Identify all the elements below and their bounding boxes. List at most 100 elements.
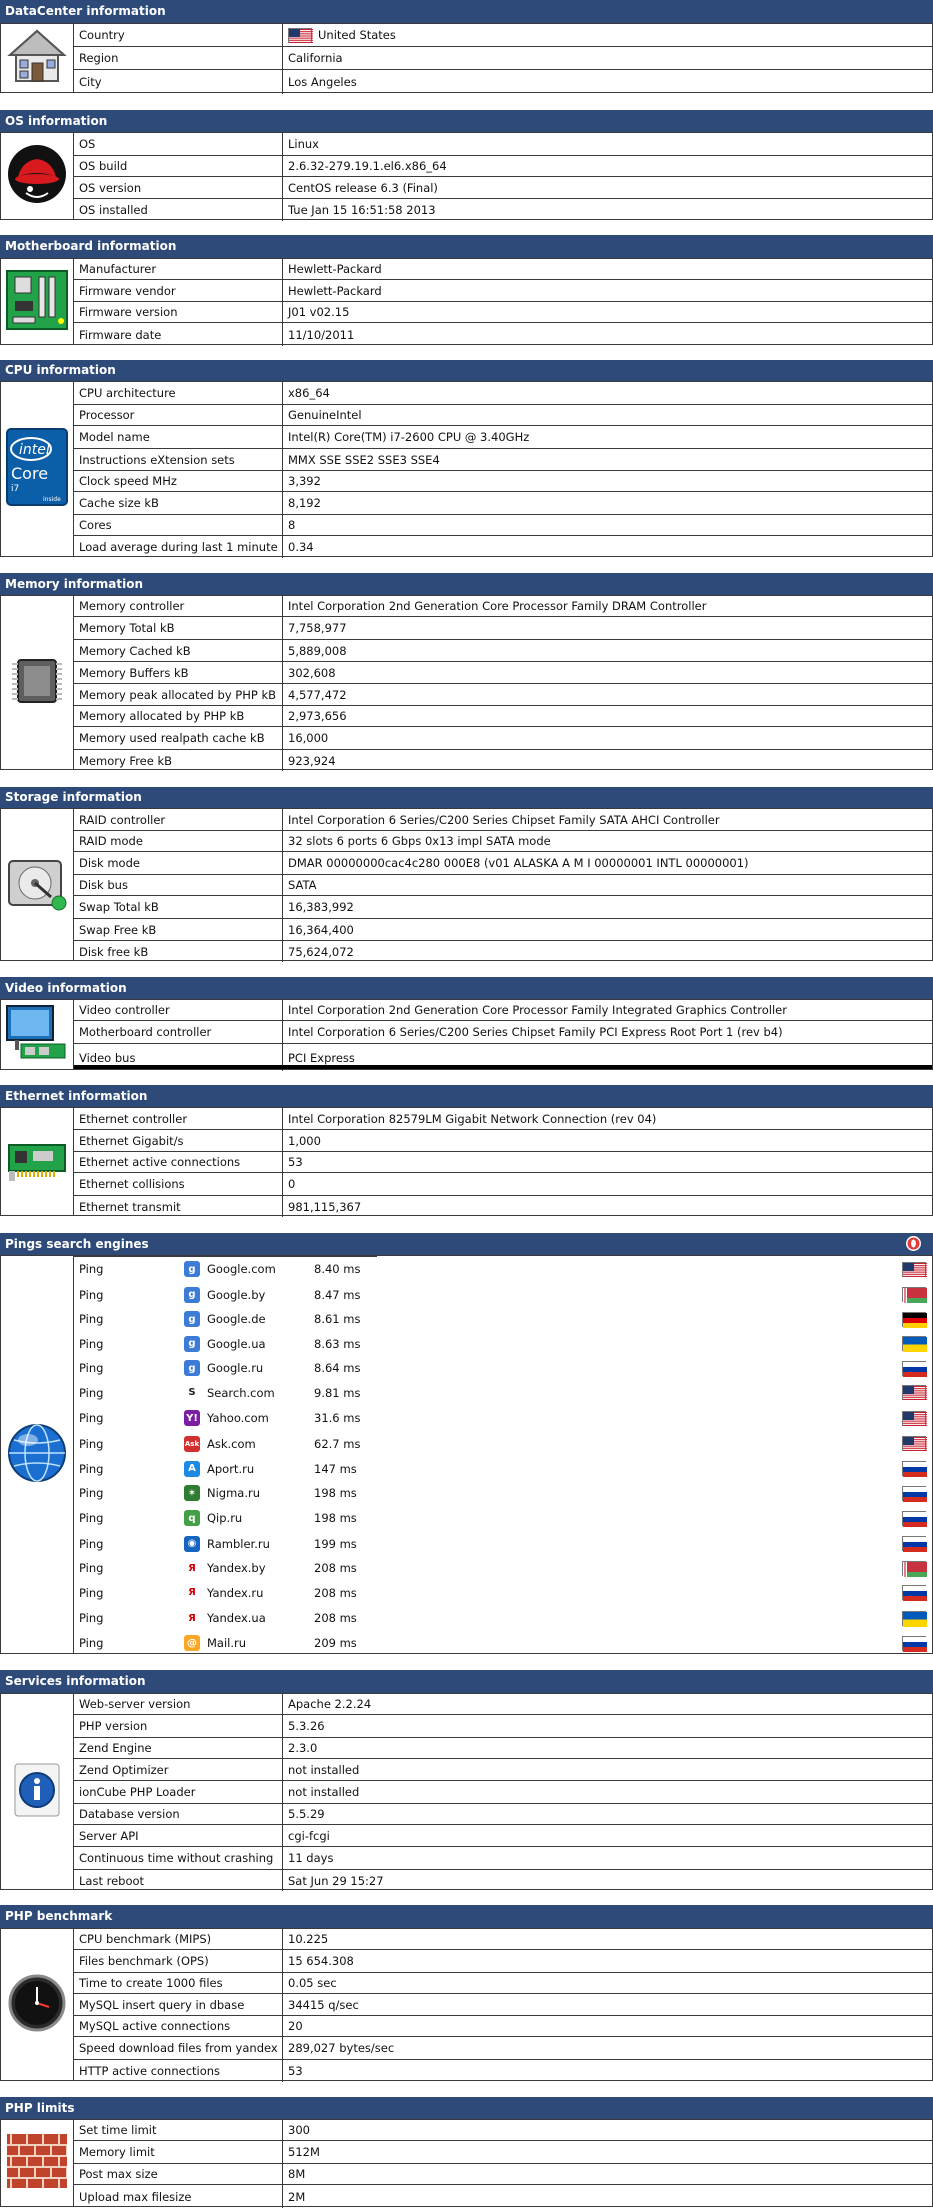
row-value: 2.6.32-279.19.1.el6.x86_64 (283, 156, 932, 176)
table-row: Memory peak allocated by PHP kB 4,577,472 (74, 684, 932, 706)
row-label-text: Time to create 1000 files (79, 1976, 223, 1990)
datacenter-table: Country United States Region California City… (0, 23, 933, 94)
row-value-text: 15 654.308 (288, 1954, 354, 1968)
engine-name[interactable]: Nigma.ru (207, 1486, 260, 1500)
row-label: Country (74, 24, 283, 46)
svg-text:Core: Core (11, 464, 48, 483)
ping-engine: g Google.de (184, 1307, 266, 1331)
row-value: GenuineIntel (283, 405, 932, 425)
row-label: MySQL active connections (74, 2016, 283, 2036)
ping-row: Ping g Google.de 8.61 ms (74, 1307, 932, 1331)
engine-name[interactable]: Rambler.ru (207, 1537, 270, 1551)
table-row: Swap Total kB 16,383,992 (74, 896, 932, 919)
opera-icon[interactable] (906, 1236, 921, 1251)
video-section: Video information Video controller Intel … (0, 977, 933, 1071)
table-row: Firmware version J01 v02.15 (74, 302, 932, 323)
engine-name[interactable]: Yandex.ru (207, 1586, 263, 1600)
engine-name[interactable]: Google.by (207, 1288, 265, 1302)
yandex-icon: Я (184, 1610, 200, 1626)
ping-row: Ping g Google.ua 8.63 ms (74, 1331, 932, 1356)
row-value-text: United States (318, 28, 396, 42)
rambler-icon: ◉ (184, 1535, 200, 1552)
row-label: RAID mode (74, 831, 283, 851)
engine-name[interactable]: Yahoo.com (207, 1411, 269, 1425)
table-row: Memory allocated by PHP kB 2,973,656 (74, 706, 932, 727)
ping-time: 198 ms (314, 1511, 357, 1525)
row-label-text: Disk bus (79, 878, 128, 892)
svg-text:i7: i7 (11, 484, 19, 494)
ping-label: Ping (79, 1312, 104, 1326)
engine-name[interactable]: Ask.com (207, 1437, 256, 1451)
house-icon-cell (1, 24, 74, 92)
engine-name[interactable]: Google.com (207, 1262, 276, 1276)
row-label: Swap Free kB (74, 919, 283, 940)
table-row: Cache size kB 8,192 (74, 492, 932, 515)
os-header: OS information (0, 110, 933, 132)
table-row: CPU benchmark (MIPS) 10.225 (74, 1929, 932, 1950)
ping-engine: Я Yandex.ru (184, 1580, 263, 1605)
row-value: MMX SSE SSE2 SSE3 SSE4 (283, 449, 932, 470)
row-label-text: Cache size kB (79, 496, 159, 510)
section-title: Motherboard information (5, 239, 177, 253)
google-icon: g (184, 1360, 200, 1376)
engine-name[interactable]: Google.de (207, 1312, 266, 1326)
flag-de-icon (902, 1307, 927, 1331)
ping-row: Ping A Aport.ru 147 ms (74, 1456, 932, 1481)
ethernet-table: Ethernet controller Intel Corporation 825… (0, 1107, 933, 1217)
row-label-text: Firmware version (79, 305, 178, 319)
table-row: Memory Buffers kB 302,608 (74, 662, 932, 684)
engine-name[interactable]: Aport.ru (207, 1462, 254, 1476)
ping-label: Ping (79, 1385, 104, 1400)
table-row: Memory controller Intel Corporation 2nd G… (74, 596, 932, 617)
table-row: Ethernet Gigabit/s 1,000 (74, 1130, 932, 1152)
row-label-text: Memory controller (79, 599, 185, 613)
ping-row: Ping Я Yandex.ua 208 ms (74, 1605, 932, 1631)
flag-by-icon (902, 1556, 927, 1580)
row-label-text: OS installed (79, 203, 148, 217)
table-row: Memory Cached kB 5,889,008 (74, 640, 932, 662)
row-label-text: CPU benchmark (MIPS) (79, 1932, 212, 1946)
ping-time: 8.40 ms (314, 1262, 361, 1276)
memory-header: Memory information (0, 573, 933, 595)
engine-name[interactable]: Google.ru (207, 1361, 263, 1375)
row-label-text: Motherboard controller (79, 1025, 212, 1039)
row-label-text: MySQL active connections (79, 2019, 231, 2033)
row-label: Speed download files from yandex (74, 2037, 283, 2059)
row-value: CentOS release 6.3 (Final) (283, 177, 932, 198)
row-value: SATA (283, 875, 932, 895)
table-row: Processor GenuineIntel (74, 405, 932, 426)
row-label: OS build (74, 156, 283, 176)
flag-ru-icon (902, 1631, 927, 1655)
engine-name[interactable]: Yandex.by (207, 1561, 266, 1575)
intel-core-i7-icon-cell: intel Core i7 inside (1, 382, 74, 556)
row-value-text: cgi-fcgi (288, 1828, 330, 1843)
row-label-text: Server API (79, 1828, 139, 1843)
row-value: 1,000 (283, 1130, 932, 1151)
row-label: Swap Total kB (74, 896, 283, 918)
row-value-text: 53 (288, 1155, 303, 1169)
engine-name[interactable]: Qip.ru (207, 1511, 242, 1525)
engine-name[interactable]: Yandex.ua (207, 1611, 266, 1625)
engine-name[interactable]: Google.ua (207, 1337, 266, 1351)
row-label-text: Database version (79, 1807, 180, 1821)
row-value: x86_64 (283, 382, 932, 404)
table-row: Database version 5.5.29 (74, 1804, 932, 1825)
motherboard-icon (5, 269, 69, 335)
engine-name[interactable]: Mail.ru (207, 1636, 246, 1650)
ping-row: Ping ✶ Nigma.ru 198 ms (74, 1481, 932, 1505)
row-value-text: 0 (288, 1177, 296, 1191)
row-label-text: Files benchmark (OPS) (79, 1954, 209, 1968)
row-value: 289,027 bytes/sec (283, 2037, 932, 2059)
table-row: Memory limit 512M (74, 2141, 932, 2164)
row-label: City (74, 70, 283, 94)
row-value: not installed (283, 1781, 932, 1803)
row-value: DMAR 00000000cac4c280 000E8 (v01 ALASKA … (283, 852, 932, 874)
engine-name[interactable]: Search.com (207, 1386, 275, 1400)
row-label: Post max size (74, 2164, 283, 2184)
table-row: OS Linux (74, 133, 932, 156)
flag-us-icon (288, 27, 313, 43)
row-value-text: J01 v02.15 (288, 305, 350, 319)
row-label: Load average during last 1 minute (74, 536, 283, 558)
row-value: 0 (283, 1173, 932, 1195)
row-label-text: Disk mode (79, 856, 140, 870)
